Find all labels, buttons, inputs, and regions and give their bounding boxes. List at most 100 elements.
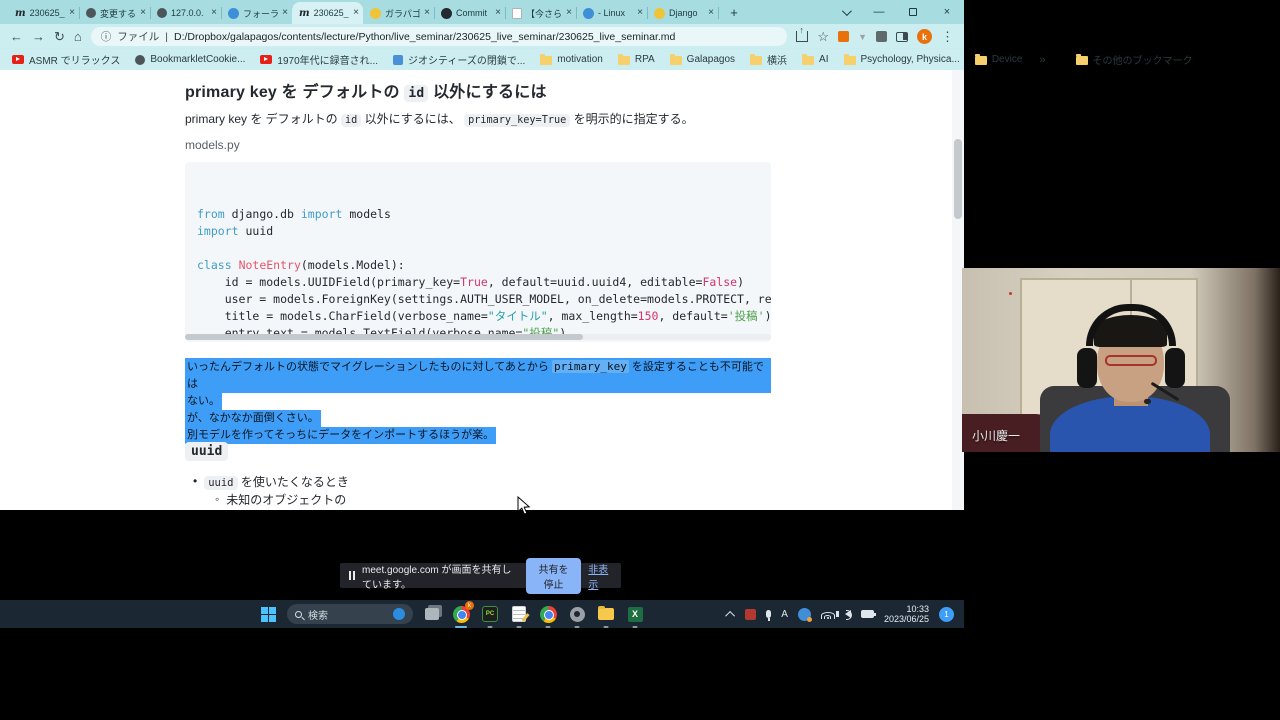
search-input[interactable]: 検索 xyxy=(287,604,413,624)
tab-close-icon[interactable]: × xyxy=(708,8,714,18)
tab-close-icon[interactable]: × xyxy=(211,8,217,18)
browser-tab[interactable]: Commit× xyxy=(434,2,505,24)
chrome-taskbar-button[interactable]: k xyxy=(451,604,471,624)
other-bookmarks-button[interactable]: その他のブックマーク xyxy=(1076,52,1193,67)
markdown-icon: m xyxy=(15,8,26,19)
text-token: を明示的に指定する。 xyxy=(570,112,693,126)
stop-sharing-button[interactable]: 共有を停止 xyxy=(526,558,582,594)
bookmark-item[interactable]: 1970年代に録音され... xyxy=(260,52,378,67)
settings-taskbar-button[interactable] xyxy=(567,604,587,624)
markdown-icon: m xyxy=(299,8,310,19)
notification-badge[interactable]: 1 xyxy=(939,607,954,622)
close-button[interactable]: × xyxy=(930,0,964,24)
webcam-video: 小川慶一 xyxy=(962,268,1280,452)
chrome2-taskbar-button[interactable] xyxy=(538,604,558,624)
tab-close-icon[interactable]: × xyxy=(69,8,75,18)
bookmark-item[interactable]: Psychology, Physica... xyxy=(844,54,960,65)
tab-close-icon[interactable]: × xyxy=(637,8,643,18)
menu-dots-icon[interactable]: ⋮ xyxy=(941,30,954,43)
weather-icon[interactable] xyxy=(798,608,811,621)
other-bookmarks-label: その他のブックマーク xyxy=(1093,52,1193,67)
bookmark-item[interactable]: BookmarkletCookie... xyxy=(135,54,245,65)
selected-text-line: いったんデフォルトの状態でマイグレーションしたものに対してあとから primar… xyxy=(185,358,771,393)
browser-tab[interactable]: 127.0.0.× xyxy=(150,2,221,24)
excel-taskbar-button[interactable]: X xyxy=(625,604,645,624)
pycharm-taskbar-button[interactable]: PC xyxy=(480,604,500,624)
back-button[interactable]: ← xyxy=(10,30,23,43)
notepad-taskbar-button[interactable] xyxy=(509,604,529,624)
forward-button[interactable]: → xyxy=(32,30,45,43)
battery-icon[interactable] xyxy=(861,610,874,618)
browser-tab[interactable]: Django× xyxy=(647,2,718,24)
browser-tab[interactable]: 【今さら聞× xyxy=(505,2,576,24)
scrollbar-thumb[interactable] xyxy=(185,334,583,340)
bullet-marker: ◦ xyxy=(215,492,219,506)
new-tab-button[interactable]: + xyxy=(724,2,744,22)
bookmarks-overflow-button[interactable]: » xyxy=(1039,54,1045,66)
taskbar-clock[interactable]: 10:33 2023/06/25 xyxy=(884,604,929,625)
tab-close-icon[interactable]: × xyxy=(282,8,288,18)
bookmark-item[interactable]: Galapagos xyxy=(670,54,735,65)
browser-tab[interactable]: ガラパゴ× xyxy=(363,2,434,24)
address-divider: | xyxy=(165,31,168,43)
text-token: primary_key xyxy=(552,360,629,373)
extensions-puzzle-icon[interactable] xyxy=(876,31,887,42)
settings-icon xyxy=(570,607,585,622)
tab-close-icon[interactable]: × xyxy=(424,8,430,18)
toolbar-actions: ☆ ▼ k ⋮ xyxy=(796,29,954,44)
browser-tab[interactable]: m230625_× xyxy=(292,2,363,24)
scrollbar-thumb[interactable] xyxy=(954,139,962,219)
info-icon[interactable]: ⓘ xyxy=(101,29,112,44)
headphone-earcup-left xyxy=(1077,348,1097,388)
home-button[interactable]: ⌂ xyxy=(74,30,82,43)
bookmark-item[interactable]: Device xyxy=(975,54,1023,65)
bookmark-star-icon[interactable]: ☆ xyxy=(817,30,829,43)
profile-badge: k xyxy=(465,601,474,610)
bullet-text: uuid を使いたくなるとき xyxy=(204,473,349,490)
browser-tab[interactable]: - Linux× xyxy=(576,2,647,24)
browser-tab[interactable]: フォーラム× xyxy=(221,2,292,24)
security-icon[interactable] xyxy=(745,609,756,620)
taskview-taskbar-button[interactable] xyxy=(422,604,442,624)
text-token: ) xyxy=(765,309,771,323)
share-icon[interactable] xyxy=(796,31,808,42)
bookmark-item[interactable]: motivation xyxy=(540,54,603,65)
maximize-button[interactable] xyxy=(896,0,930,24)
reload-button[interactable]: ↻ xyxy=(54,30,65,43)
profile-avatar[interactable]: k xyxy=(917,29,932,44)
text-token: from xyxy=(197,207,225,221)
microphone-icon[interactable] xyxy=(766,610,771,618)
explorer-taskbar-button[interactable] xyxy=(596,604,616,624)
start-button[interactable] xyxy=(258,604,278,624)
browser-tab[interactable]: m230625_× xyxy=(8,2,79,24)
tray-overflow-icon[interactable] xyxy=(725,610,735,620)
tab-close-icon[interactable]: × xyxy=(353,8,359,18)
volume-icon[interactable] xyxy=(845,610,851,618)
bookmark-item[interactable]: ジオシティーズの閉鎖で... xyxy=(393,52,525,67)
tab-close-icon[interactable]: × xyxy=(140,8,146,18)
bullet-text: 未知のオブジェクトの xyxy=(226,491,346,508)
extension-disabled-icon[interactable]: ▼ xyxy=(858,32,867,42)
bookmark-item[interactable]: AI xyxy=(802,54,828,65)
uuid-heading: uuid xyxy=(185,442,228,461)
extension-icon[interactable] xyxy=(838,31,849,42)
bookmark-item[interactable]: ASMR でリラックス xyxy=(12,52,120,67)
wifi-icon[interactable] xyxy=(821,609,835,619)
text-token: 以外にするには、 xyxy=(361,112,464,126)
ime-indicator[interactable]: A xyxy=(781,609,788,620)
participant-name-label: 小川慶一 xyxy=(972,427,1020,444)
folder-icon xyxy=(750,56,762,65)
tab-close-icon[interactable]: × xyxy=(495,8,501,18)
side-panel-icon[interactable] xyxy=(896,32,908,42)
code-horizontal-scrollbar[interactable] xyxy=(185,334,771,340)
text-token: 未知のオブジェクトの xyxy=(226,493,346,507)
bookmark-item[interactable]: RPA xyxy=(618,54,655,65)
address-bar[interactable]: ⓘ ファイル | D:/Dropbox/galapagos/contents/l… xyxy=(91,27,788,46)
minimize-button[interactable]: — xyxy=(862,0,896,24)
bookmark-item[interactable]: 横浜 xyxy=(750,52,787,67)
browser-tab[interactable]: 変更する× xyxy=(79,2,150,24)
tab-close-icon[interactable]: × xyxy=(566,8,572,18)
text-token: が、なかなか面倒くさい。 xyxy=(187,412,319,424)
hide-banner-link[interactable]: 非表示 xyxy=(588,561,612,591)
tab-search-button[interactable] xyxy=(828,0,862,24)
